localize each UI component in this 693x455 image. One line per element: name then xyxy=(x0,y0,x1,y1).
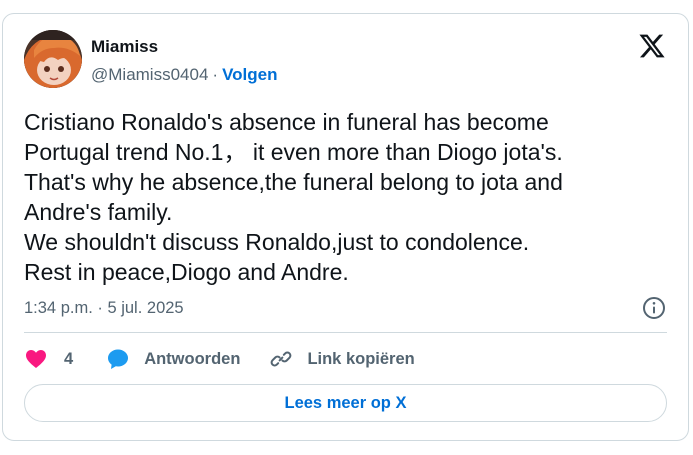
reply-label: Antwoorden xyxy=(144,349,241,368)
x-logo-icon[interactable] xyxy=(638,32,666,60)
like-button[interactable]: 4 xyxy=(24,347,73,371)
copy-link-label: Link kopiëren xyxy=(307,349,415,368)
like-count: 4 xyxy=(64,349,74,368)
tweet-text: Cristiano Ronaldo's absence in funeral h… xyxy=(24,109,563,285)
author-handle[interactable]: @Miamiss0404 xyxy=(91,65,208,84)
handle-separator: · xyxy=(212,65,219,84)
link-icon xyxy=(271,351,292,367)
copy-link-button[interactable]: Link kopiëren xyxy=(269,347,415,371)
divider xyxy=(24,332,667,333)
tweet-timestamp[interactable]: 1:34 p.m. · 5 jul. 2025 xyxy=(24,298,184,318)
speech-bubble-icon xyxy=(108,349,129,369)
info-icon[interactable] xyxy=(642,296,666,320)
action-bar: 4 Antwoorden Link kopiëren xyxy=(24,345,415,373)
avatar-image xyxy=(24,30,82,88)
author-handle-row: @Miamiss0404 · Volgen xyxy=(91,65,278,85)
heart-icon xyxy=(26,350,46,368)
read-more-button[interactable]: Lees meer op X xyxy=(24,384,667,422)
follow-button[interactable]: Volgen xyxy=(222,65,277,84)
reply-button[interactable]: Antwoorden xyxy=(106,347,240,371)
tweet-card: Miamiss @Miamiss0404 · Volgen Cristiano Ro… xyxy=(2,13,689,441)
avatar[interactable] xyxy=(24,30,82,88)
author-display-name[interactable]: Miamiss xyxy=(91,37,158,57)
